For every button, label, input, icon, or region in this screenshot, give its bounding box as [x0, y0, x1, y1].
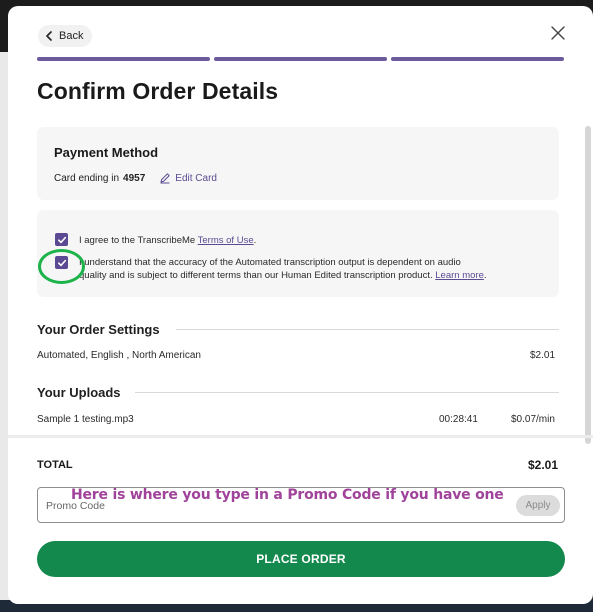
footer-divider	[8, 435, 593, 438]
accuracy-line-1: I understand that the accuracy of the Au…	[79, 257, 461, 268]
card-prefix: Card ending in	[54, 172, 120, 184]
total-label: TOTAL	[37, 459, 73, 471]
step-progress	[37, 57, 564, 61]
accuracy-line-2-text: quality and is subject to different term…	[79, 270, 433, 281]
order-settings-title: Your Order Settings	[37, 322, 160, 337]
progress-step-3	[391, 57, 564, 61]
payment-method-card: Payment Method Card ending in 4957 Edit …	[37, 127, 559, 200]
progress-step-2	[214, 57, 387, 61]
agreements-card: I agree to the TranscribeMe Terms of Use…	[37, 210, 559, 297]
terms-of-use-link[interactable]: Terms of Use	[198, 235, 254, 246]
edit-card-link[interactable]: Edit Card	[159, 172, 217, 184]
close-icon[interactable]	[551, 26, 565, 40]
apply-promo-button[interactable]: Apply	[516, 495, 560, 516]
accuracy-suffix: .	[483, 270, 487, 281]
back-button[interactable]: Back	[38, 25, 93, 47]
learn-more-link[interactable]: Learn more	[435, 270, 484, 281]
confirm-order-modal: Back Confirm Order Details Payment Metho…	[8, 6, 593, 604]
progress-step-1	[37, 57, 210, 61]
page-title: Confirm Order Details	[37, 78, 279, 104]
back-label: Back	[59, 30, 84, 42]
pencil-icon	[160, 173, 170, 184]
divider	[176, 329, 559, 330]
place-order-button[interactable]: PLACE ORDER	[37, 541, 565, 577]
highlight-circle-annotation	[38, 249, 85, 284]
upload-file-name: Sample 1 testing.mp3	[37, 414, 134, 425]
scrollbar[interactable]	[585, 126, 591, 444]
upload-duration: 00:28:41	[439, 414, 478, 425]
upload-rate: $0.07/min	[511, 414, 555, 425]
uploads-title: Your Uploads	[37, 385, 121, 400]
order-settings-price: $2.01	[530, 350, 556, 361]
terms-agreement-text: I agree to the TranscribeMe Terms of Use…	[79, 234, 256, 247]
edit-card-label: Edit Card	[175, 172, 217, 184]
promo-annotation-text: Here is where you type in a Promo Code i…	[71, 487, 504, 503]
order-settings-description: Automated, English , North American	[37, 350, 201, 361]
total-value: $2.01	[528, 458, 559, 472]
terms-suffix: .	[253, 235, 257, 246]
chevron-left-icon	[46, 31, 52, 41]
card-info: Card ending in 4957 Edit Card	[54, 172, 217, 184]
accuracy-line-2: quality and is subject to different term…	[79, 269, 549, 282]
terms-prefix: I agree to the TranscribeMe	[79, 235, 196, 246]
card-last4: 4957	[123, 172, 146, 184]
accuracy-agreement-text: I understand that the accuracy of the Au…	[79, 256, 549, 282]
payment-method-title: Payment Method	[54, 145, 159, 160]
checkmark-icon	[57, 236, 66, 243]
terms-checkbox[interactable]	[55, 233, 68, 246]
divider	[135, 392, 559, 393]
